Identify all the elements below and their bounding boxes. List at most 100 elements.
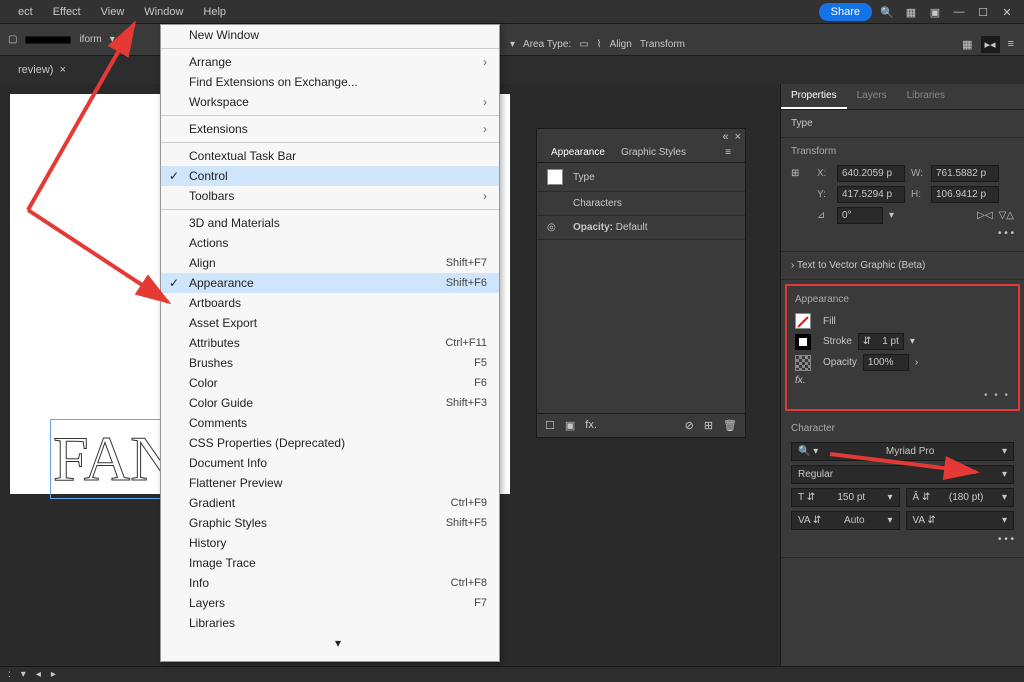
menu-item-document-info[interactable]: Document Info <box>161 453 499 473</box>
angle-field[interactable]: 0° <box>837 207 883 224</box>
w-field[interactable]: 761.5882 p <box>931 165 999 182</box>
anchor-icon[interactable]: ▢ <box>8 34 17 45</box>
menu-item-history[interactable]: History <box>161 533 499 553</box>
chevron-down-icon[interactable]: ▾ <box>510 39 515 50</box>
panel-titlebar[interactable]: « × <box>537 129 745 143</box>
menu-window[interactable]: Window <box>134 2 193 22</box>
appearance-row-opacity[interactable]: ◎ Opacity: Default <box>537 216 745 240</box>
menu-item-info[interactable]: InfoCtrl+F8 <box>161 573 499 593</box>
grid-icon[interactable]: ▦ <box>962 38 972 51</box>
menu-item-artboards[interactable]: Artboards <box>161 293 499 313</box>
document-tab[interactable]: review) × <box>8 60 76 80</box>
flip-h-icon[interactable]: ▷◁ <box>977 210 992 221</box>
menu-item-appearance[interactable]: AppearanceShift+F6 <box>161 273 499 293</box>
tracking-field[interactable]: VA ⇵▾ <box>906 511 1015 530</box>
menu-item-find-extensions-on-exchange-[interactable]: Find Extensions on Exchange... <box>161 72 499 92</box>
font-size-field[interactable]: T ⇵150 pt▾ <box>791 488 900 507</box>
arrange-icon[interactable]: ▣ <box>926 3 944 21</box>
menu-item-libraries[interactable]: Libraries <box>161 613 499 633</box>
isolation-icon[interactable]: ▸◂ <box>981 36 1000 53</box>
minimize-icon[interactable]: — <box>950 3 968 21</box>
tab-appearance[interactable]: Appearance <box>543 143 613 162</box>
warp-icon[interactable]: ⌇ <box>597 39 602 50</box>
h-field[interactable]: 106.9412 p <box>931 186 999 203</box>
add-effect-icon[interactable]: fx. <box>585 419 597 432</box>
menu-effect[interactable]: Effect <box>43 2 91 22</box>
menu-item-gradient[interactable]: GradientCtrl+F9 <box>161 493 499 513</box>
menu-item-attributes[interactable]: AttributesCtrl+F11 <box>161 333 499 353</box>
stroke-preview[interactable] <box>25 36 71 44</box>
more-options[interactable]: • • • <box>998 228 1014 239</box>
menu-item-image-trace[interactable]: Image Trace <box>161 553 499 573</box>
duplicate-icon[interactable]: ⊞ <box>704 419 713 432</box>
menu-item-new-window[interactable]: New Window <box>161 25 499 45</box>
menu-item-color-guide[interactable]: Color GuideShift+F3 <box>161 393 499 413</box>
close-tab-icon[interactable]: × <box>60 64 66 76</box>
menu-item-asset-export[interactable]: Asset Export <box>161 313 499 333</box>
menu-icon[interactable]: ≡ <box>1008 38 1014 50</box>
menu-item-css-properties-deprecated-[interactable]: CSS Properties (Deprecated) <box>161 433 499 453</box>
area-type-icon[interactable]: ▭ <box>579 39 588 50</box>
search-icon[interactable]: 🔍 <box>878 3 896 21</box>
menu-item-graphic-styles[interactable]: Graphic StylesShift+F5 <box>161 513 499 533</box>
menu-item-control[interactable]: Control <box>161 166 499 186</box>
more-options[interactable]: • • • <box>998 534 1014 545</box>
tab-layers[interactable]: Layers <box>847 84 897 109</box>
clear-icon[interactable]: ⊘ <box>685 419 694 432</box>
tab-graphic-styles[interactable]: Graphic Styles <box>613 143 694 162</box>
menu-ect[interactable]: ect <box>8 2 43 22</box>
stroke-swatch[interactable] <box>795 334 811 350</box>
menu-item-contextual-task-bar[interactable]: Contextual Task Bar <box>161 146 499 166</box>
appearance-more[interactable]: • • • <box>795 390 1010 401</box>
tab-libraries[interactable]: Libraries <box>897 84 955 109</box>
chevron-down-icon[interactable]: ▾ <box>889 210 894 221</box>
appearance-row-characters[interactable]: Characters <box>537 192 745 216</box>
menu-item-comments[interactable]: Comments <box>161 413 499 433</box>
workspace-icon[interactable]: ▦ <box>902 3 920 21</box>
font-family-dropdown[interactable]: 🔍 ▾Myriad Pro▾ <box>791 442 1014 461</box>
panel-menu-icon[interactable]: ≡ <box>717 143 739 162</box>
chevron-down-icon[interactable]: ▾ <box>910 336 915 347</box>
fill-swatch[interactable] <box>795 313 811 329</box>
kerning-field[interactable]: VA ⇵Auto▾ <box>791 511 900 530</box>
close-icon[interactable]: ✕ <box>998 3 1016 21</box>
text-to-vector-section[interactable]: › Text to Vector Graphic (Beta) <box>781 252 1024 280</box>
menu-item-workspace[interactable]: Workspace› <box>161 92 499 112</box>
opacity-field[interactable]: 100% <box>863 354 909 371</box>
zoom-field[interactable]: : <box>8 669 11 680</box>
stroke-width-field[interactable]: ⇵1 pt <box>858 333 904 350</box>
chevron-down-icon[interactable]: ▾ <box>110 34 115 45</box>
menu-scroll-down[interactable]: ▾ <box>161 633 499 653</box>
chevron-right-icon[interactable]: › <box>915 357 918 368</box>
next-artboard-icon[interactable]: ▸ <box>51 669 56 680</box>
y-field[interactable]: 417.5294 p <box>837 186 905 203</box>
menu-help[interactable]: Help <box>193 2 236 22</box>
close-panel-icon[interactable]: × <box>735 131 741 141</box>
appearance-row-type[interactable]: Type <box>537 163 745 192</box>
menu-item-layers[interactable]: LayersF7 <box>161 593 499 613</box>
add-fill-icon[interactable]: ▣ <box>565 419 575 432</box>
add-stroke-icon[interactable]: ☐ <box>545 419 555 432</box>
chevron-down-icon[interactable]: ▾ <box>21 669 26 680</box>
menu-item-flattener-preview[interactable]: Flattener Preview <box>161 473 499 493</box>
fx-icon[interactable]: fx. <box>795 375 806 386</box>
reference-point-icon[interactable]: ⊞ <box>791 168 811 179</box>
menu-item-color[interactable]: ColorF6 <box>161 373 499 393</box>
share-button[interactable]: Share <box>819 3 872 21</box>
leading-field[interactable]: Â ⇵(180 pt)▾ <box>906 488 1015 507</box>
opacity-swatch[interactable] <box>795 355 811 371</box>
menu-item-arrange[interactable]: Arrange› <box>161 52 499 72</box>
menu-view[interactable]: View <box>91 2 135 22</box>
menu-item-actions[interactable]: Actions <box>161 233 499 253</box>
menu-item-3d-and-materials[interactable]: 3D and Materials <box>161 213 499 233</box>
flip-v-icon[interactable]: ▽△ <box>999 210 1014 221</box>
trash-icon[interactable]: 🗑 <box>723 419 737 432</box>
prev-artboard-icon[interactable]: ◂ <box>36 669 41 680</box>
collapse-icon[interactable]: « <box>722 131 728 141</box>
font-style-dropdown[interactable]: Regular▾ <box>791 465 1014 484</box>
menu-item-extensions[interactable]: Extensions› <box>161 119 499 139</box>
maximize-icon[interactable]: ☐ <box>974 3 992 21</box>
menu-item-align[interactable]: AlignShift+F7 <box>161 253 499 273</box>
menu-item-toolbars[interactable]: Toolbars› <box>161 186 499 206</box>
tab-properties[interactable]: Properties <box>781 84 847 109</box>
